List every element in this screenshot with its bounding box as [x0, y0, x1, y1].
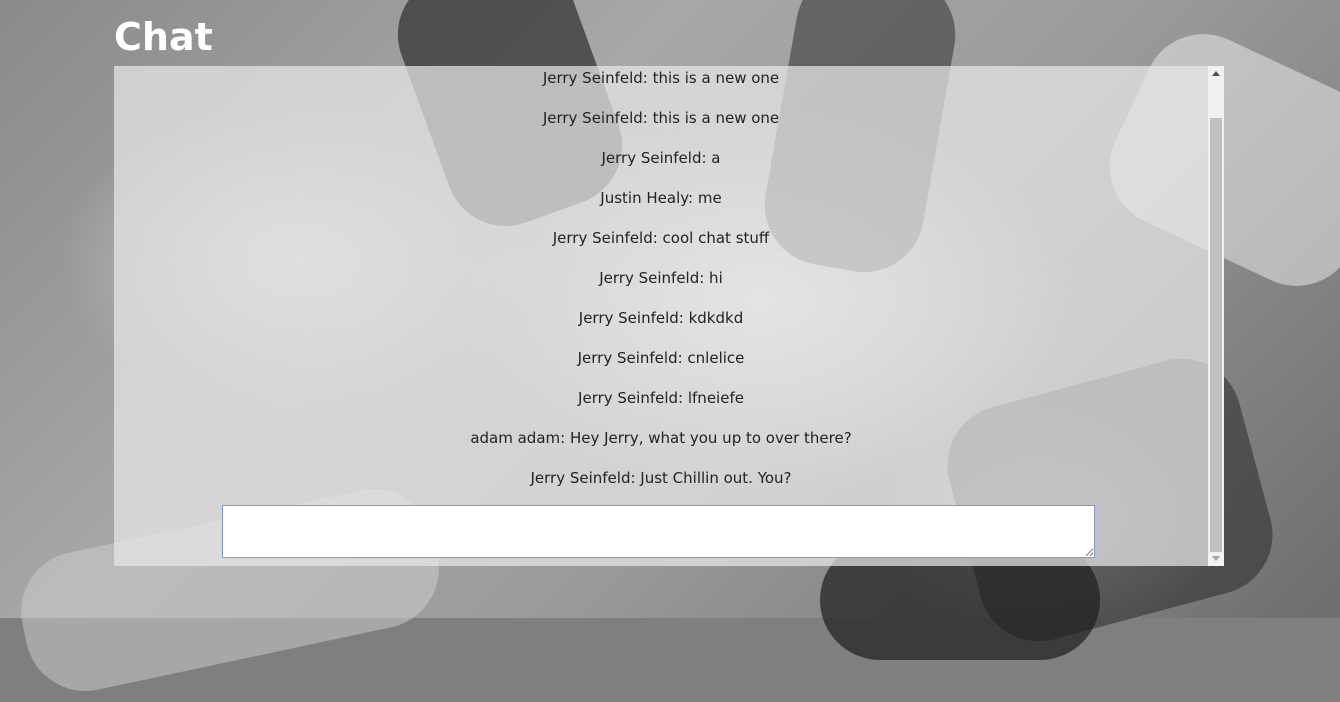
- scroll-up-arrow-icon[interactable]: [1208, 66, 1224, 82]
- chat-message: Justin Healy: me: [600, 189, 722, 207]
- scroll-down-arrow-icon[interactable]: [1208, 550, 1224, 566]
- chat-message: adam adam: Hey Jerry, what you up to ove…: [470, 429, 852, 447]
- chat-message: Jerry Seinfeld: this is a new one: [542, 69, 780, 87]
- chat-message: Jerry Seinfeld: hi: [599, 269, 723, 287]
- chat-message: Jerry Seinfeld: a: [601, 149, 721, 167]
- message-input[interactable]: [222, 505, 1095, 558]
- chat-message: Jerry Seinfeld: this is a new one: [542, 109, 780, 127]
- chat-message: Jerry Seinfeld: cool chat stuff: [552, 229, 770, 247]
- message-list: Jerry Seinfeld: this is a new one Jerry …: [114, 66, 1208, 506]
- chat-message: Jerry Seinfeld: Just Chillin out. You?: [530, 469, 792, 487]
- chat-message: Jerry Seinfeld: kdkdkd: [578, 309, 744, 327]
- scrollbar-thumb[interactable]: [1210, 118, 1222, 552]
- chat-message: Jerry Seinfeld: lfneiefe: [578, 389, 744, 407]
- chat-message: Jerry Seinfeld: cnlelice: [577, 349, 745, 367]
- chat-panel[interactable]: Jerry Seinfeld: this is a new one Jerry …: [114, 66, 1224, 566]
- scrollbar[interactable]: [1208, 66, 1224, 566]
- page-title: Chat: [114, 15, 213, 59]
